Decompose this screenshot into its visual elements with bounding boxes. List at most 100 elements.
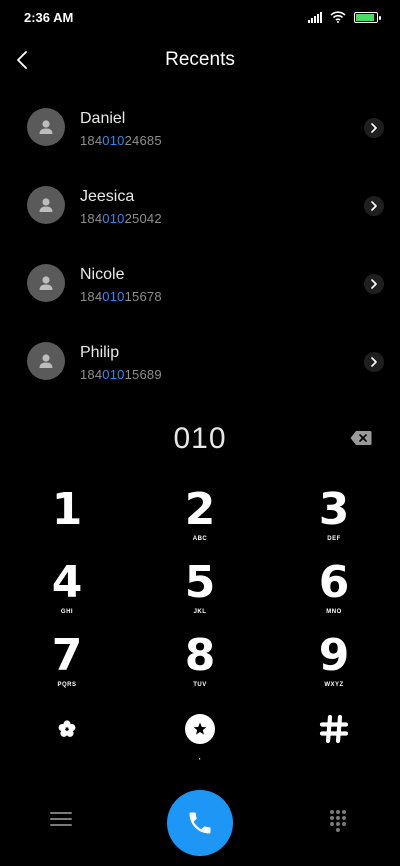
key-star[interactable] [22, 705, 112, 775]
key-5[interactable]: 5 JKL [155, 559, 245, 629]
backspace-icon[interactable] [350, 430, 372, 446]
key-digit: 9 [318, 630, 350, 681]
typed-number: 010 [173, 422, 227, 455]
key-digit: 8 [184, 630, 216, 681]
key-1[interactable]: 1 [22, 486, 112, 556]
keypad-row: , [0, 705, 400, 778]
dialer-screen: 2:36 AM Recents Daniel18401024685Jeesi [0, 0, 400, 866]
key-hash[interactable] [289, 705, 379, 775]
chevron-right-icon [371, 279, 377, 289]
key-digit: 5 [184, 557, 216, 608]
key-3[interactable]: 3 DEF [289, 486, 379, 556]
key-letters: ABC [192, 536, 208, 542]
person-icon [39, 120, 53, 134]
person-icon [39, 354, 53, 368]
key-digit: 1 [51, 484, 83, 535]
key-digit: 7 [51, 630, 83, 681]
key-letters: JKL [193, 609, 207, 615]
number-suffix: 15678 [124, 289, 162, 304]
status-time: 2:36 AM [24, 10, 74, 25]
number-prefix: 184 [80, 289, 103, 304]
contact-row[interactable]: Daniel 18401024685 [0, 90, 400, 168]
contact-number: 18401024685 [80, 133, 162, 148]
bottom-bar [0, 788, 400, 858]
avatar [27, 108, 65, 146]
keypad-row: 7 PQRS 8 TUV 9 WXYZ [0, 632, 400, 705]
contact-detail-button[interactable] [364, 118, 384, 138]
menu-icon[interactable] [50, 812, 72, 832]
phone-icon [189, 812, 211, 834]
contact-number: 18401015678 [80, 289, 162, 304]
hash-icon [319, 714, 349, 743]
asterisk-icon [58, 720, 76, 737]
number-match: 010 [102, 211, 125, 226]
contact-name: Philip [80, 344, 120, 361]
battery-icon [354, 11, 381, 23]
key-digit [155, 705, 245, 753]
number-suffix: 24685 [124, 133, 162, 148]
key-digit [289, 705, 379, 753]
contact-number: 18401025042 [80, 211, 162, 226]
avatar [27, 264, 65, 302]
key-digit: 4 [51, 557, 83, 608]
key-9[interactable]: 9 WXYZ [289, 632, 379, 702]
key-letters: GHI [60, 609, 74, 615]
page-title: Recents [165, 49, 235, 70]
contact-row[interactable]: Nicole 18401015678 [0, 246, 400, 324]
key-2[interactable]: 2 ABC [155, 486, 245, 556]
signal-icon [308, 11, 322, 23]
number-prefix: 184 [80, 211, 103, 226]
contact-detail-button[interactable] [364, 274, 384, 294]
contact-row[interactable]: Jeesica 18401025042 [0, 168, 400, 246]
key-digit: 3 [318, 484, 350, 535]
call-button[interactable] [167, 790, 233, 856]
status-bar: 2:36 AM [0, 0, 400, 36]
key-8[interactable]: 8 TUV [155, 632, 245, 702]
contact-list: Daniel 18401024685 Jeesica 18401025042 Nicol… [0, 90, 400, 402]
key-0[interactable]: , [155, 705, 245, 775]
number-match: 010 [102, 289, 125, 304]
key-6[interactable]: 6 MNO [289, 559, 379, 629]
dialpad-icon[interactable] [330, 810, 348, 832]
key-letters: DEF [327, 536, 341, 542]
key-letters: MNO [326, 609, 342, 615]
chevron-right-icon [371, 123, 377, 133]
key-letters: , [198, 755, 202, 761]
dial-display: 010 [0, 418, 400, 462]
wifi-icon [330, 11, 346, 23]
person-icon [39, 198, 53, 212]
contact-detail-button[interactable] [364, 352, 384, 372]
avatar [27, 186, 65, 224]
key-letters [22, 536, 112, 544]
chevron-right-icon [371, 357, 377, 367]
contact-name: Jeesica [80, 188, 135, 205]
key-4[interactable]: 4 GHI [22, 559, 112, 629]
contact-row[interactable]: Philip 18401015689 [0, 324, 400, 402]
key-7[interactable]: 7 PQRS [22, 632, 112, 702]
key-letters: TUV [193, 682, 207, 688]
key-digit [22, 705, 112, 753]
key-letters: PQRS [57, 682, 77, 688]
key-letters [22, 755, 112, 763]
status-icons [308, 11, 381, 23]
key-digit: 2 [184, 484, 216, 535]
keypad-row: 4 GHI 5 JKL 6 MNO [0, 559, 400, 632]
contact-name: Nicole [80, 266, 125, 283]
keypad: 1 2 ABC 3 DEF 4 GHI 5 JKL 6 MNO 7 PQRS 8 TUV 9 WXYZ, [0, 486, 400, 778]
battery-fill [356, 13, 374, 21]
number-suffix: 25042 [124, 211, 162, 226]
number-prefix: 184 [80, 367, 103, 382]
contact-name: Daniel [80, 110, 126, 127]
contact-number: 18401015689 [80, 367, 162, 382]
header: Recents [0, 42, 400, 78]
contact-detail-button[interactable] [364, 196, 384, 216]
key-digit: 6 [318, 557, 350, 608]
person-icon [39, 276, 53, 290]
key-letters [289, 755, 379, 763]
number-match: 010 [102, 367, 125, 382]
chevron-right-icon [371, 201, 377, 211]
zero-star-icon [185, 713, 215, 744]
keypad-row: 1 2 ABC 3 DEF [0, 486, 400, 559]
number-match: 010 [102, 133, 125, 148]
avatar [27, 342, 65, 380]
